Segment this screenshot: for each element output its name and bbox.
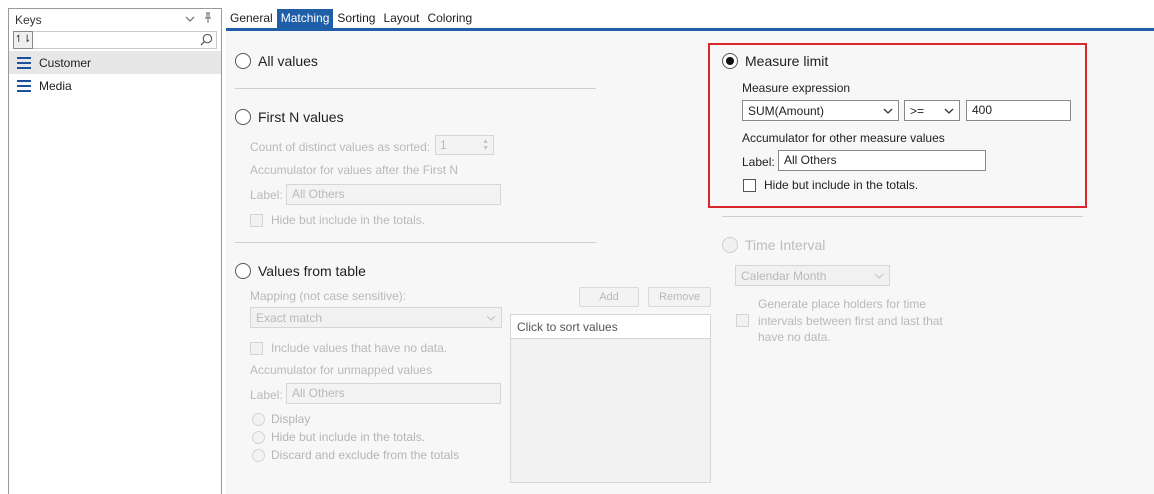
sort-icon: ↿⇂ [14, 34, 32, 45]
divider [235, 242, 596, 243]
radio-circle [722, 53, 738, 69]
time-interval-select[interactable]: Calendar Month [735, 265, 890, 286]
discard-exclude-radio[interactable]: Discard and exclude from the totals [252, 448, 459, 462]
tab-sorting[interactable]: Sorting [333, 9, 379, 28]
radio-circle [235, 263, 251, 279]
first-n-hide-checkbox[interactable]: Hide but include in the totals. [250, 213, 425, 227]
count-distinct-value: 1 [440, 138, 447, 152]
radio-circle [235, 109, 251, 125]
radio-circle [722, 237, 738, 253]
radio-circle [252, 448, 265, 462]
key-item-customer[interactable]: Customer [9, 51, 221, 74]
count-distinct-stepper[interactable]: 1 ▲ ▼ [435, 135, 494, 155]
threshold-input[interactable]: 400 [966, 100, 1071, 121]
chevron-down-icon [944, 108, 954, 114]
measure-label-input[interactable]: All Others [778, 150, 986, 171]
checkbox-box [736, 314, 749, 327]
first-n-values-label: First N values [258, 109, 344, 125]
add-button[interactable]: Add [579, 287, 639, 307]
list-icon [17, 79, 31, 92]
checkbox-box [743, 178, 756, 192]
measure-expression-label: Measure expression [742, 81, 851, 95]
all-values-label: All values [258, 53, 318, 69]
values-from-table-label: Values from table [258, 263, 366, 279]
generate-placeholders-label-2: intervals between first and last that [758, 314, 943, 328]
hide-include-totals-label: Hide but include in the totals. [271, 430, 426, 444]
measure-expression-select[interactable]: SUM(Amount) [742, 100, 899, 121]
time-interval-label: Time Interval [745, 237, 826, 253]
mapping-label: Mapping (not case sensitive): [250, 289, 407, 303]
keys-search-row: ↿⇂ [13, 30, 217, 49]
key-item-media[interactable]: Media [9, 74, 221, 97]
radio-circle [252, 412, 265, 426]
first-n-label-label: Label: [250, 188, 283, 202]
stepper-arrows-icon: ▲ ▼ [482, 138, 489, 152]
tab-layout[interactable]: Layout [379, 9, 423, 28]
display-label: Display [271, 412, 311, 426]
tab-bar: General Matching Sorting Layout Coloring [226, 8, 476, 28]
key-item-label: Customer [39, 55, 92, 70]
generate-placeholders-label-3: have no data. [758, 330, 831, 344]
chevron-down-icon [486, 315, 496, 321]
measure-expression-value: SUM(Amount) [748, 103, 825, 118]
checkbox-box [250, 213, 263, 227]
first-n-accumulator-label: Accumulator for values after the First N [250, 163, 459, 177]
measure-hide-label: Hide but include in the totals. [764, 178, 919, 192]
mapping-values-list[interactable]: Click to sort values [510, 314, 711, 483]
display-radio[interactable]: Display [252, 412, 310, 426]
first-n-values-radio[interactable]: First N values [235, 109, 344, 125]
keys-pane: Keys ↿⇂ Customer Media [8, 8, 222, 494]
tab-matching[interactable]: Matching [276, 9, 334, 28]
generate-placeholders-checkbox[interactable] [736, 314, 757, 327]
time-interval-value: Calendar Month [741, 268, 827, 283]
pin-icon[interactable] [201, 12, 215, 27]
include-no-data-label: Include values that have no data. [271, 341, 448, 355]
list-sort-header[interactable]: Click to sort values [511, 315, 710, 339]
chevron-down-icon[interactable] [183, 14, 197, 26]
list-icon [17, 56, 31, 69]
hide-include-totals-radio[interactable]: Hide but include in the totals. [252, 430, 425, 444]
first-n-hide-label: Hide but include in the totals. [271, 213, 426, 227]
search-icon [200, 33, 213, 46]
measure-accumulator-label: Accumulator for other measure values [742, 131, 945, 145]
divider [722, 216, 1083, 217]
divider [235, 88, 596, 89]
radio-circle [235, 53, 251, 69]
include-no-data-checkbox[interactable]: Include values that have no data. [250, 341, 447, 355]
mapping-select-value: Exact match [256, 310, 323, 325]
chevron-down-icon [883, 108, 893, 114]
tab-general[interactable]: General [226, 9, 277, 28]
measure-label-label: Label: [742, 155, 775, 169]
unmapped-label-input[interactable]: All Others [286, 383, 501, 404]
mapping-select[interactable]: Exact match [250, 307, 502, 328]
matching-panel: All values First N values Count of disti… [226, 31, 1154, 494]
generate-placeholders-label-1: Generate place holders for time [758, 297, 927, 311]
operator-select[interactable]: >= [904, 100, 960, 121]
unmapped-label-label: Label: [250, 388, 283, 402]
chevron-down-icon [874, 273, 884, 279]
measure-hide-checkbox[interactable]: Hide but include in the totals. [743, 178, 918, 192]
tab-coloring[interactable]: Coloring [423, 9, 476, 28]
keys-pane-header: Keys [9, 9, 221, 30]
values-from-table-radio[interactable]: Values from table [235, 263, 366, 279]
all-values-radio[interactable]: All values [235, 53, 318, 69]
unmapped-accumulator-label: Accumulator for unmapped values [250, 363, 433, 377]
keys-search-input[interactable] [33, 30, 217, 49]
measure-limit-label: Measure limit [745, 53, 829, 69]
discard-exclude-label: Discard and exclude from the totals [271, 448, 460, 462]
first-n-label-input[interactable]: All Others [286, 184, 501, 205]
key-item-label: Media [39, 78, 72, 93]
remove-button[interactable]: Remove [648, 287, 711, 307]
keys-pane-title: Keys [15, 12, 42, 27]
checkbox-box [250, 341, 263, 355]
sort-toggle-button[interactable]: ↿⇂ [13, 30, 33, 49]
time-interval-radio[interactable]: Time Interval [722, 237, 825, 253]
radio-circle [252, 430, 265, 444]
measure-limit-radio[interactable]: Measure limit [722, 53, 828, 69]
operator-value: >= [910, 103, 925, 118]
count-distinct-label: Count of distinct values as sorted: [250, 140, 431, 154]
